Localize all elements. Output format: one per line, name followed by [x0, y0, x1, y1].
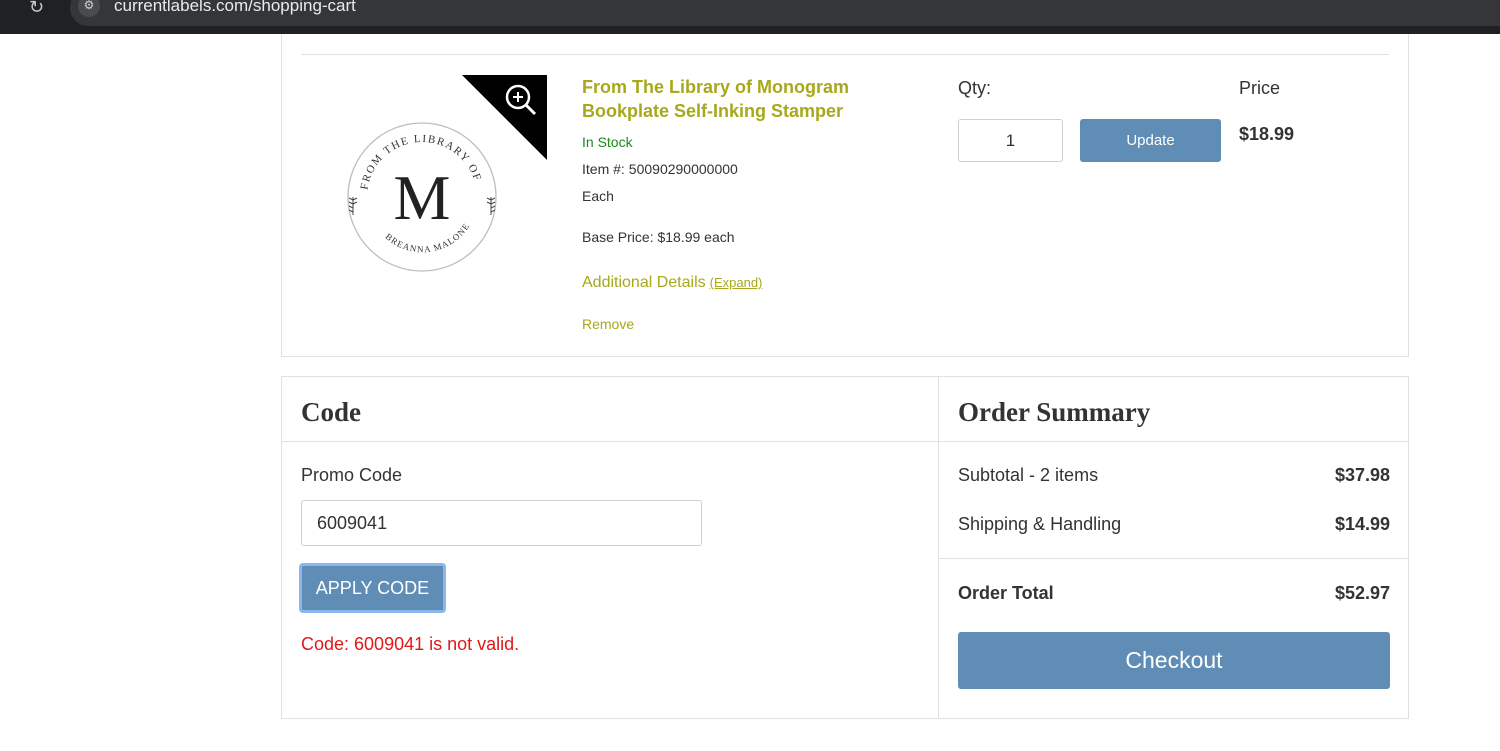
divider — [939, 441, 1408, 442]
promo-code-label: Promo Code — [301, 465, 403, 485]
url-text[interactable]: currentlabels.com/shopping-cart — [114, 0, 356, 16]
promo-code-panel: Code Promo Code APPLY CODE Code: 6009041… — [281, 376, 939, 719]
shipping-value: $14.99 — [1334, 514, 1390, 534]
additional-details: Additional Details (Expand) — [582, 274, 762, 292]
cart-item-card: FROM THE LIBRARY OF BREANNA MALONEY M Fr… — [281, 34, 1409, 357]
stock-status: In Stock — [582, 134, 633, 150]
promo-error-message: Code: 6009041 is not valid. — [301, 634, 520, 654]
qty-label: Qty: — [958, 78, 992, 98]
base-price: Base Price: $18.99 each — [582, 229, 735, 245]
subtotal-row: Subtotal - 2 items $37.98 — [958, 465, 1390, 486]
shipping-label: Shipping & Handling — [958, 514, 1122, 534]
subtotal-label: Subtotal - 2 items — [958, 465, 1099, 485]
shipping-row: Shipping & Handling $14.99 — [958, 514, 1390, 535]
apply-code-button[interactable]: APPLY CODE — [299, 563, 446, 613]
order-total-label: Order Total — [958, 583, 1054, 603]
order-total-row: Order Total $52.97 — [958, 583, 1390, 604]
checkout-button[interactable]: Checkout — [958, 632, 1390, 689]
divider — [282, 441, 938, 442]
remove-link[interactable]: Remove — [582, 316, 634, 332]
update-button[interactable]: Update — [1080, 119, 1221, 162]
item-number-label: Item #: — [582, 161, 625, 177]
browser-toolbar: ↻ ⚙ currentlabels.com/shopping-cart — [0, 0, 1500, 34]
subtotal-value: $37.98 — [1334, 465, 1390, 485]
reload-icon[interactable]: ↻ — [29, 0, 44, 18]
unit-label: Each — [582, 188, 614, 204]
product-title-line2[interactable]: Bookplate Self-Inking Stamper — [582, 99, 902, 123]
divider — [301, 54, 1389, 55]
qty-input[interactable] — [958, 119, 1063, 162]
product-title-link[interactable]: From The Library of Monogram Bookplate S… — [582, 75, 902, 123]
stamp-monogram-letter: M — [394, 162, 451, 233]
order-summary-panel: Order Summary Subtotal - 2 items $37.98 … — [938, 376, 1409, 719]
zoom-in-icon[interactable] — [462, 75, 547, 160]
price-label: Price — [1239, 78, 1281, 98]
item-number-value: 50090290000000 — [628, 161, 738, 177]
order-total-value: $52.97 — [1334, 583, 1390, 603]
product-title-line1[interactable]: From The Library of Monogram — [582, 75, 902, 99]
additional-details-label: Additional Details — [582, 274, 706, 291]
expand-link[interactable]: (Expand) — [710, 275, 763, 290]
order-summary-title: Order Summary — [958, 397, 1151, 427]
code-panel-title: Code — [301, 397, 361, 427]
price-value: $18.99 — [1239, 124, 1295, 144]
item-number: Item #: 50090290000000 — [582, 161, 738, 177]
promo-code-input[interactable] — [301, 500, 702, 546]
divider — [939, 558, 1408, 559]
